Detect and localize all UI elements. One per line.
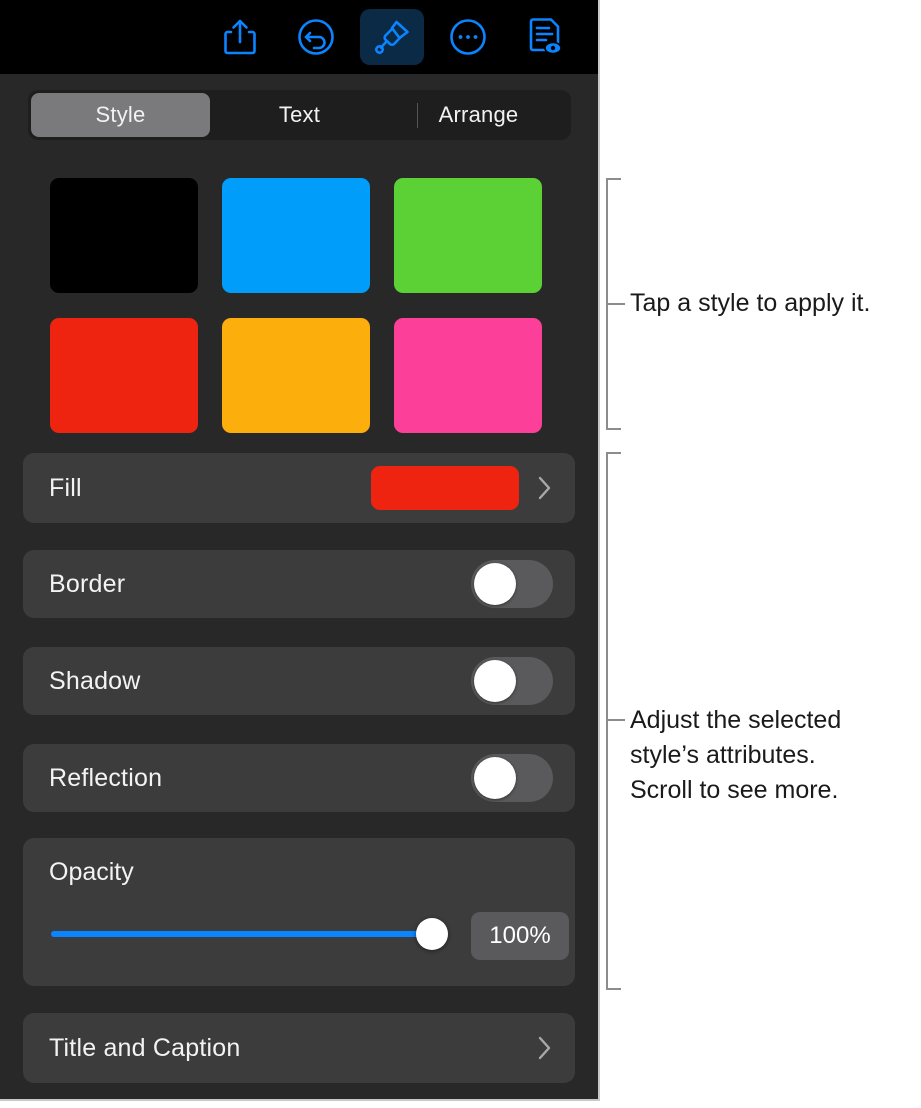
callout-styles-text: Tap a style to apply it.	[630, 289, 871, 317]
undo-button[interactable]	[284, 9, 348, 65]
style-swatch-orange[interactable]	[222, 318, 370, 433]
tab-bar: Style Text Arrange	[28, 90, 571, 140]
border-label: Border	[49, 569, 126, 598]
screenshot-root: Style Text Arrange Fill Border Shadow Re…	[0, 0, 921, 1108]
reflection-label: Reflection	[49, 763, 163, 792]
tab-text-label: Text	[278, 102, 321, 127]
format-brush-button[interactable]	[360, 9, 424, 65]
opacity-value[interactable]: 100%	[471, 912, 569, 960]
shadow-label: Shadow	[49, 666, 141, 695]
toggle-knob	[474, 563, 516, 605]
tab-arrange-label: Arrange	[438, 102, 519, 127]
reflection-row[interactable]: Reflection	[23, 744, 575, 812]
toggle-knob	[474, 757, 516, 799]
style-swatch-pink[interactable]	[394, 318, 542, 433]
tab-divider	[417, 103, 418, 128]
opacity-slider-filled-track[interactable]	[51, 931, 431, 937]
document-view-button[interactable]	[512, 9, 576, 65]
callout-attributes-text: Adjust the selected style’s attributes. …	[630, 706, 842, 804]
toggle-knob	[474, 660, 516, 702]
style-swatch-blue[interactable]	[222, 178, 370, 293]
style-swatch-black[interactable]	[50, 178, 198, 293]
undo-icon	[295, 16, 337, 58]
brush-icon	[372, 17, 412, 57]
title-and-caption-label: Title and Caption	[49, 1033, 241, 1062]
style-swatch-green[interactable]	[394, 178, 542, 293]
fill-color-chip[interactable]	[371, 466, 519, 510]
share-icon	[221, 16, 259, 58]
opacity-card: Opacity 100%	[23, 838, 575, 986]
shadow-toggle[interactable]	[471, 657, 553, 705]
share-button[interactable]	[208, 9, 272, 65]
format-panel: Style Text Arrange Fill Border Shadow Re…	[0, 0, 600, 1101]
toolbar	[0, 0, 598, 74]
tab-arrange[interactable]: Arrange	[389, 93, 568, 137]
more-button[interactable]	[436, 9, 500, 65]
more-icon	[447, 16, 489, 58]
callout-bracket-attributes	[604, 452, 630, 995]
tab-text[interactable]: Text	[210, 93, 389, 137]
fill-row[interactable]: Fill	[23, 453, 575, 523]
chevron-right-icon	[537, 1034, 553, 1062]
border-toggle[interactable]	[471, 560, 553, 608]
shadow-row[interactable]: Shadow	[23, 647, 575, 715]
reflection-toggle[interactable]	[471, 754, 553, 802]
document-view-icon	[524, 15, 564, 59]
border-row[interactable]: Border	[23, 550, 575, 618]
fill-label: Fill	[49, 473, 82, 502]
title-and-caption-row[interactable]: Title and Caption	[23, 1013, 575, 1083]
callout-bracket-styles	[604, 178, 630, 435]
opacity-label: Opacity	[49, 858, 134, 886]
tab-style[interactable]: Style	[31, 93, 210, 137]
style-swatch-red[interactable]	[50, 318, 198, 433]
tab-style-label: Style	[95, 102, 146, 127]
style-swatch-grid	[50, 178, 545, 433]
opacity-slider-knob[interactable]	[416, 918, 448, 950]
chevron-right-icon	[537, 474, 553, 502]
